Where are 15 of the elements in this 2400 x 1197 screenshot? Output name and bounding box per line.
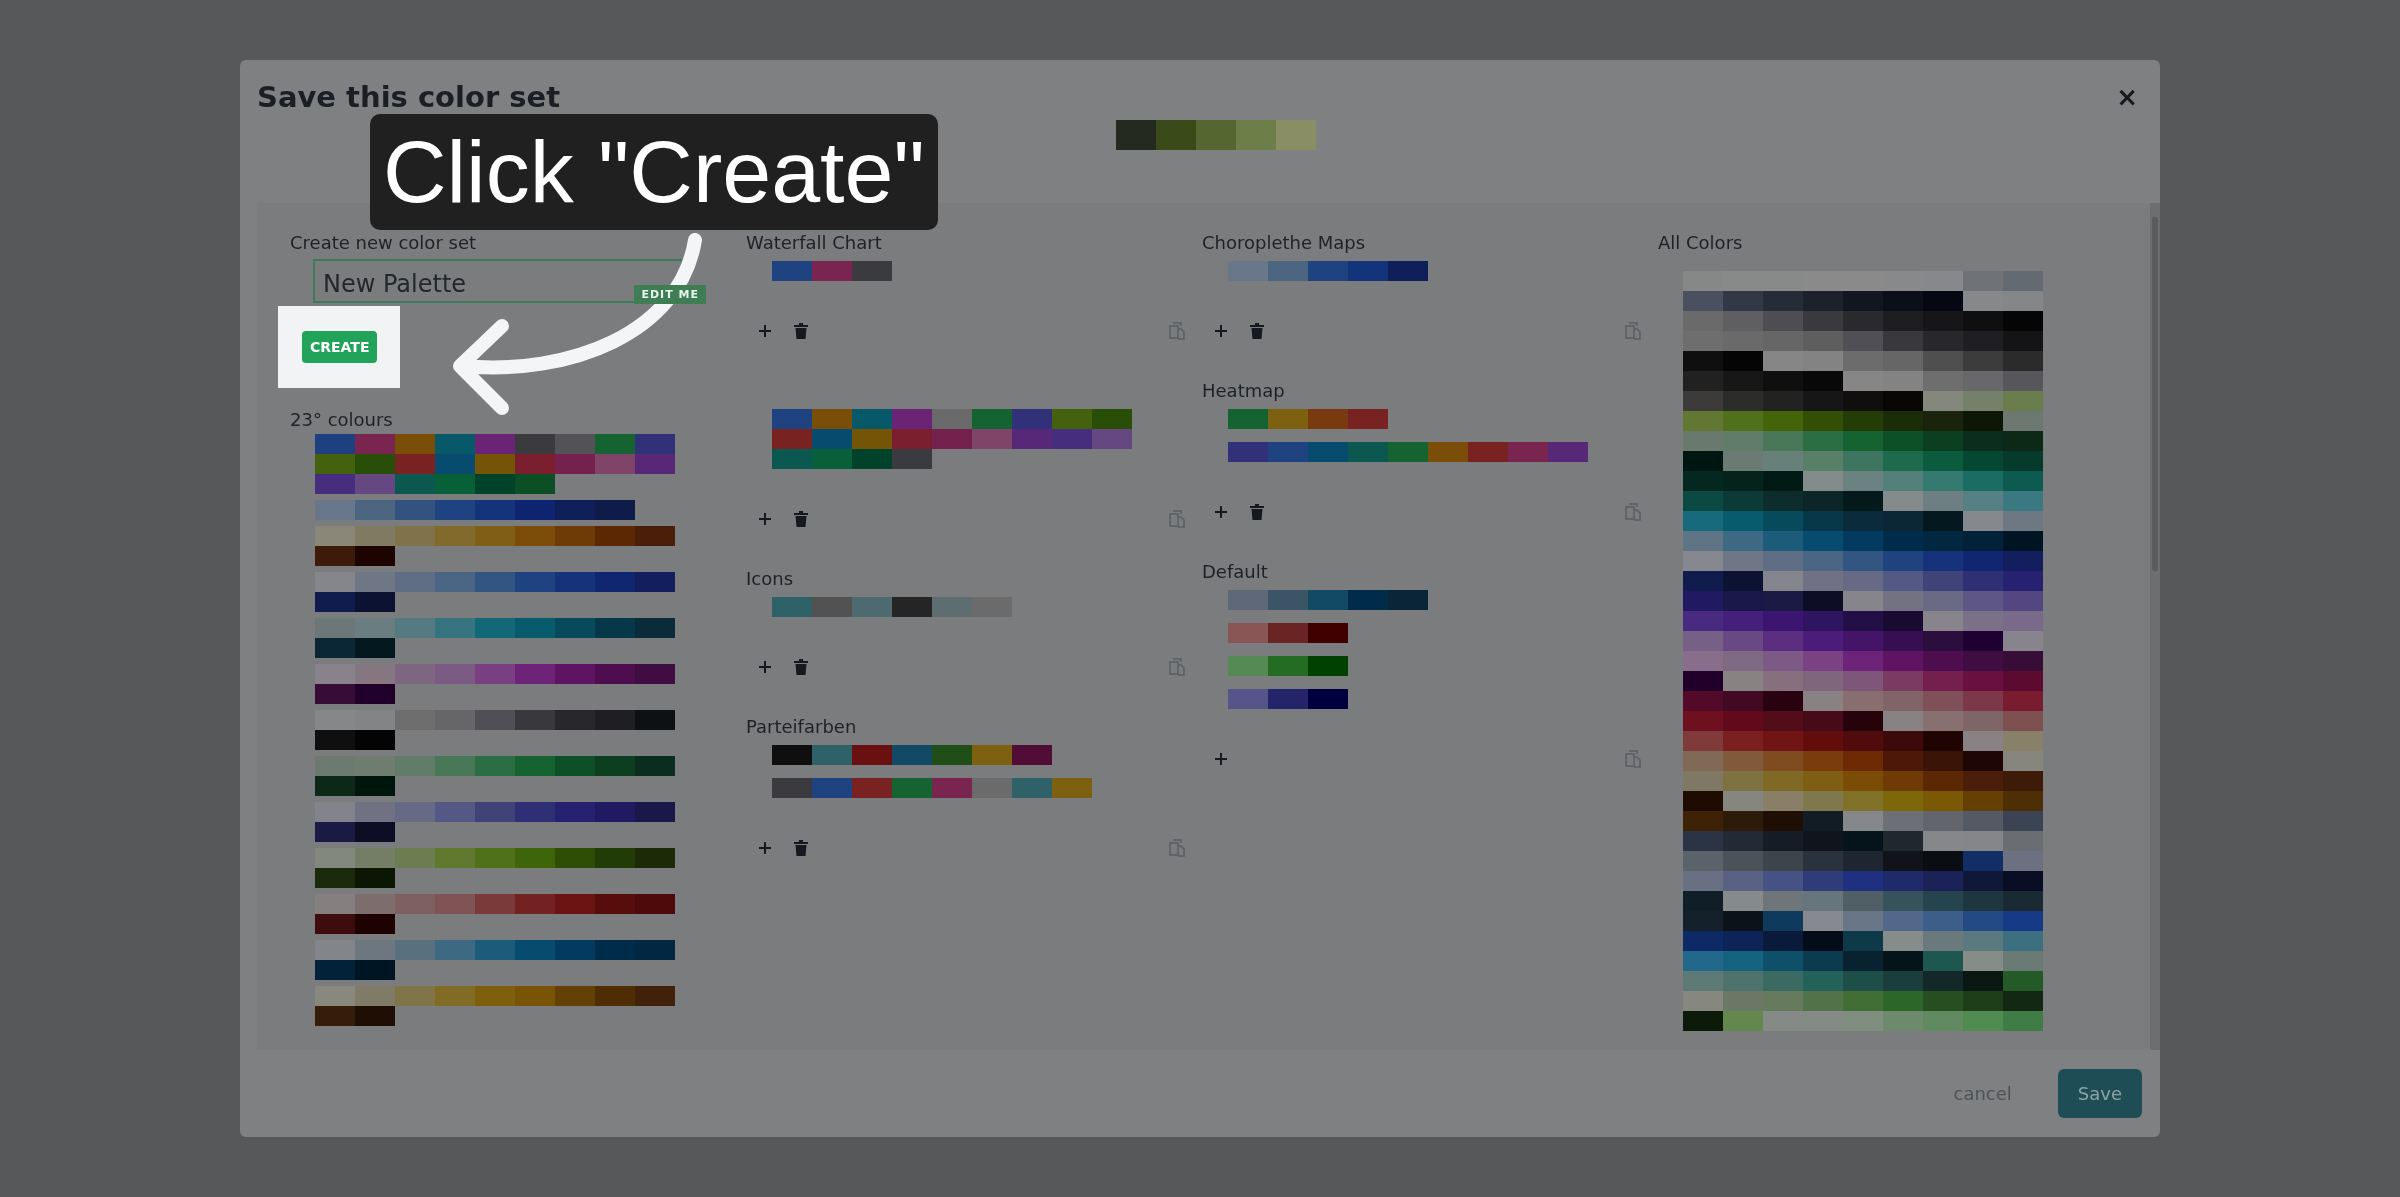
- edit-tag: EDIT ME: [634, 285, 706, 304]
- palette-set-title: Icons: [746, 568, 793, 589]
- close-button[interactable]: ×: [2112, 82, 2142, 112]
- create-label: Create new color set: [290, 231, 476, 255]
- dialog-title: Save this color set: [257, 80, 561, 114]
- create-button[interactable]: CREATE: [302, 331, 378, 363]
- palette-set-title: Waterfall Chart: [746, 232, 882, 253]
- palette-set-title: Choroplethe Maps: [1202, 232, 1366, 253]
- tutorial-callout: Click "Create": [370, 114, 938, 230]
- preset-title: 23° colours: [290, 408, 393, 432]
- save-button[interactable]: Save: [2057, 1069, 2142, 1118]
- palette-set-title: Parteifarben: [746, 716, 857, 737]
- palette-set-title: Default: [1202, 561, 1268, 582]
- all-colors-title: All Colors: [1658, 231, 1743, 255]
- palette-set-title: Heatmap: [1202, 380, 1285, 401]
